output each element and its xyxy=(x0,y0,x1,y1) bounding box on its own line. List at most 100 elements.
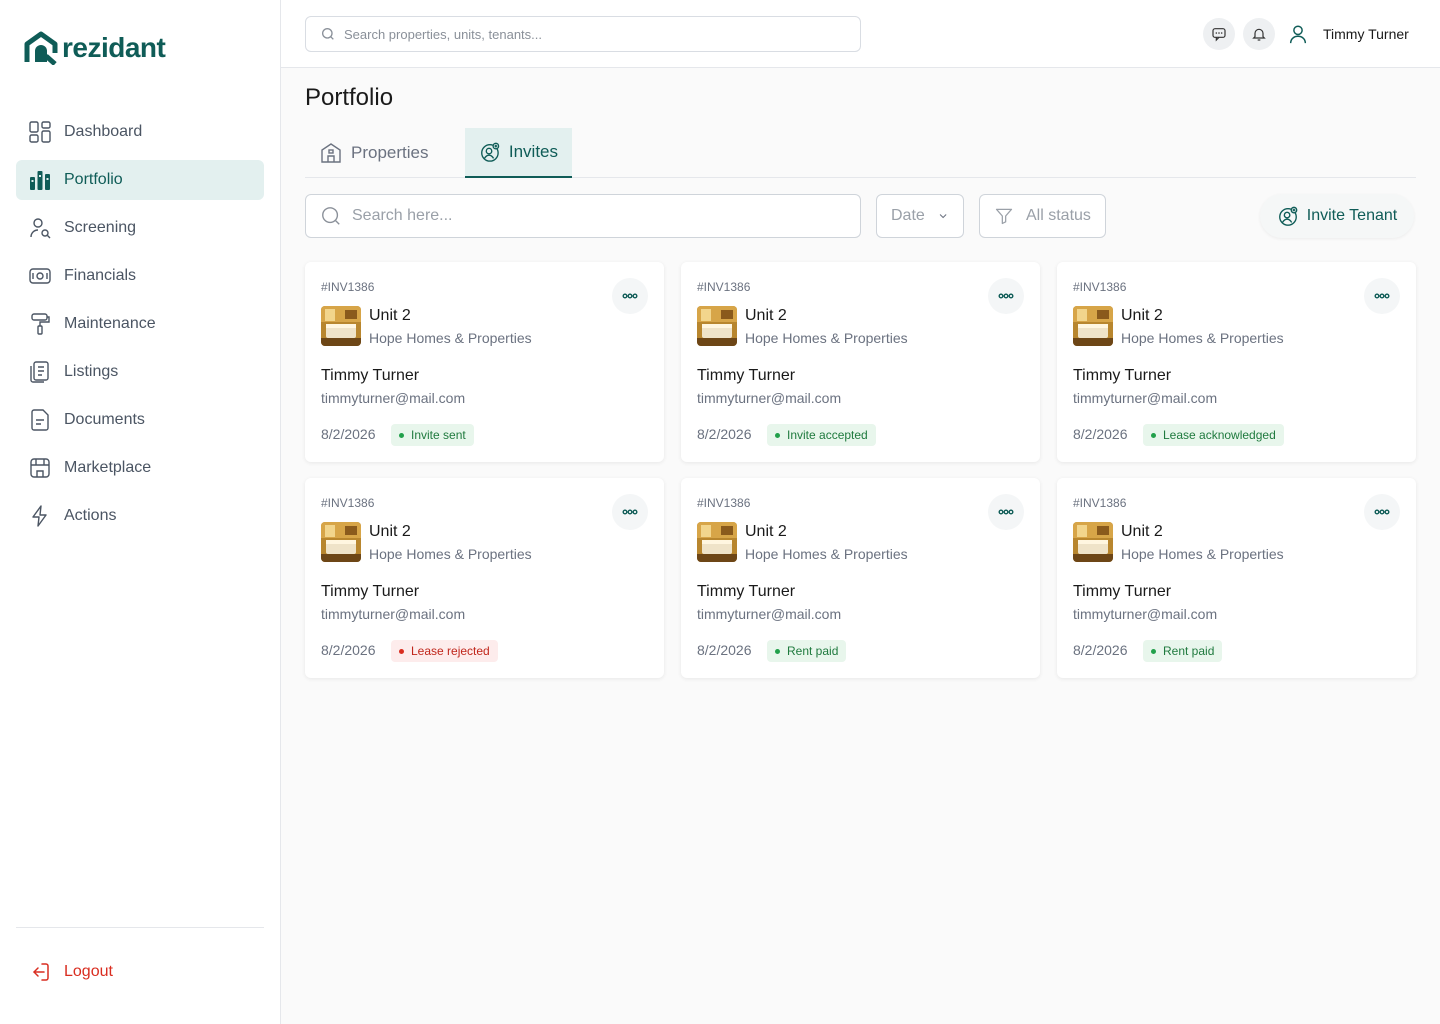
more-horizontal-icon xyxy=(622,509,638,515)
user-menu[interactable]: Timmy Turner xyxy=(1287,18,1409,50)
tenant-email: timmyturner@mail.com xyxy=(1073,390,1218,406)
more-options-button[interactable] xyxy=(988,278,1024,314)
tenant-name: Timmy Turner xyxy=(321,367,420,384)
tab-properties[interactable]: Properties xyxy=(305,128,447,178)
document-icon xyxy=(31,409,49,431)
status-label: Invite accepted xyxy=(787,428,868,442)
bedroom-photo-icon xyxy=(697,306,737,346)
notifications-button[interactable] xyxy=(1243,18,1275,50)
chat-icon xyxy=(1212,28,1226,42)
unit-name: Unit 2 xyxy=(745,523,787,540)
more-horizontal-icon xyxy=(1374,509,1390,515)
company-name: Hope Homes & Properties xyxy=(369,330,532,346)
more-options-button[interactable] xyxy=(1364,494,1400,530)
chevron-down-icon xyxy=(939,214,947,219)
lightning-icon xyxy=(32,505,47,527)
invite-card[interactable]: #INV1386 Unit 2 Hope Homes & Properties … xyxy=(305,478,664,678)
tenant-email: timmyturner@mail.com xyxy=(1073,606,1218,622)
tenant-name: Timmy Turner xyxy=(697,367,796,384)
bedroom-photo-icon xyxy=(1073,522,1113,562)
unit-name: Unit 2 xyxy=(745,307,787,324)
sidebar-nav: Dashboard Portfolio Screening Financials… xyxy=(16,112,264,544)
logout-label: Logout xyxy=(64,963,113,980)
global-search[interactable] xyxy=(305,16,861,52)
unit-name: Unit 2 xyxy=(369,307,411,324)
brand-logo[interactable]: rezidant xyxy=(24,30,166,66)
invite-date: 8/2/2026 xyxy=(321,426,376,442)
invite-card[interactable]: #INV1386 Unit 2 Hope Homes & Properties … xyxy=(681,262,1040,462)
status-badge: Invite accepted xyxy=(767,424,876,446)
invite-card[interactable]: #INV1386 Unit 2 Hope Homes & Properties … xyxy=(305,262,664,462)
house-icon xyxy=(321,143,341,163)
grid-icon xyxy=(29,121,51,143)
sidebar-item-label: Portfolio xyxy=(64,171,123,188)
invite-tenant-label: Invite Tenant xyxy=(1306,207,1398,224)
user-add-icon xyxy=(481,142,500,162)
tenant-name: Timmy Turner xyxy=(1073,367,1172,384)
status-badge: Invite sent xyxy=(391,424,474,446)
user-icon xyxy=(1289,25,1307,44)
more-options-button[interactable] xyxy=(1364,278,1400,314)
store-icon xyxy=(30,458,50,478)
more-options-button[interactable] xyxy=(612,494,648,530)
unit-name: Unit 2 xyxy=(369,523,411,540)
invite-search-input[interactable] xyxy=(352,207,832,225)
company-name: Hope Homes & Properties xyxy=(745,546,908,562)
search-icon xyxy=(322,207,340,225)
tenant-name: Timmy Turner xyxy=(697,583,796,600)
company-name: Hope Homes & Properties xyxy=(1121,546,1284,562)
more-options-button[interactable] xyxy=(612,278,648,314)
status-badge: Lease rejected xyxy=(391,640,498,662)
user-search-icon xyxy=(30,218,51,239)
status-badge: Lease acknowledged xyxy=(1143,424,1284,446)
invite-search[interactable] xyxy=(305,194,861,238)
sidebar-item-portfolio[interactable]: Portfolio xyxy=(16,160,264,200)
sidebar-item-dashboard[interactable]: Dashboard xyxy=(16,112,264,152)
invite-date: 8/2/2026 xyxy=(321,642,376,658)
status-badge: Rent paid xyxy=(1143,640,1223,662)
date-filter-label: Date xyxy=(891,207,925,224)
date-filter[interactable]: Date xyxy=(876,194,964,238)
status-label: Rent paid xyxy=(787,644,839,658)
more-options-button[interactable] xyxy=(988,494,1024,530)
sidebar-item-documents[interactable]: Documents xyxy=(16,400,264,440)
sidebar-item-label: Marketplace xyxy=(64,459,152,476)
tab-label: Properties xyxy=(351,143,429,162)
invite-id: #INV1386 xyxy=(697,496,751,510)
invite-card[interactable]: #INV1386 Unit 2 Hope Homes & Properties … xyxy=(1057,262,1416,462)
sidebar-item-listings[interactable]: Listings xyxy=(16,352,264,392)
invite-date: 8/2/2026 xyxy=(697,426,752,442)
status-filter-label: All status xyxy=(1026,207,1091,224)
sidebar-item-actions[interactable]: Actions xyxy=(16,496,264,536)
sidebar-item-marketplace[interactable]: Marketplace xyxy=(16,448,264,488)
invite-card[interactable]: #INV1386 Unit 2 Hope Homes & Properties … xyxy=(1057,478,1416,678)
invite-tenant-button[interactable]: Invite Tenant xyxy=(1260,194,1414,238)
status-label: Rent paid xyxy=(1163,644,1215,658)
invite-card[interactable]: #INV1386 Unit 2 Hope Homes & Properties … xyxy=(681,478,1040,678)
sidebar-item-screening[interactable]: Screening xyxy=(16,208,264,248)
unit-name: Unit 2 xyxy=(1121,523,1163,540)
sidebar-item-label: Maintenance xyxy=(64,315,156,332)
tenant-name: Timmy Turner xyxy=(1073,583,1172,600)
tab-label: Invites xyxy=(508,142,558,161)
status-badge: Rent paid xyxy=(767,640,847,662)
sidebar-item-maintenance[interactable]: Maintenance xyxy=(16,304,264,344)
invite-id: #INV1386 xyxy=(697,280,751,294)
status-dot xyxy=(1151,648,1156,654)
house-logo-icon xyxy=(24,31,58,65)
status-filter[interactable]: All status xyxy=(979,194,1106,238)
sidebar-item-financials[interactable]: Financials xyxy=(16,256,264,296)
user-add-icon xyxy=(1278,206,1298,226)
unit-thumbnail xyxy=(1073,306,1113,346)
status-label: Lease rejected xyxy=(411,644,490,658)
sidebar-item-label: Actions xyxy=(64,507,117,524)
messages-button[interactable] xyxy=(1203,18,1235,50)
sidebar-item-label: Screening xyxy=(64,219,137,236)
status-dot xyxy=(399,648,404,654)
company-name: Hope Homes & Properties xyxy=(369,546,532,562)
tab-invites[interactable]: Invites xyxy=(465,128,572,178)
sidebar-divider xyxy=(16,927,264,928)
tenant-email: timmyturner@mail.com xyxy=(321,390,466,406)
global-search-input[interactable] xyxy=(344,26,824,42)
logout-button[interactable]: Logout xyxy=(16,952,264,992)
